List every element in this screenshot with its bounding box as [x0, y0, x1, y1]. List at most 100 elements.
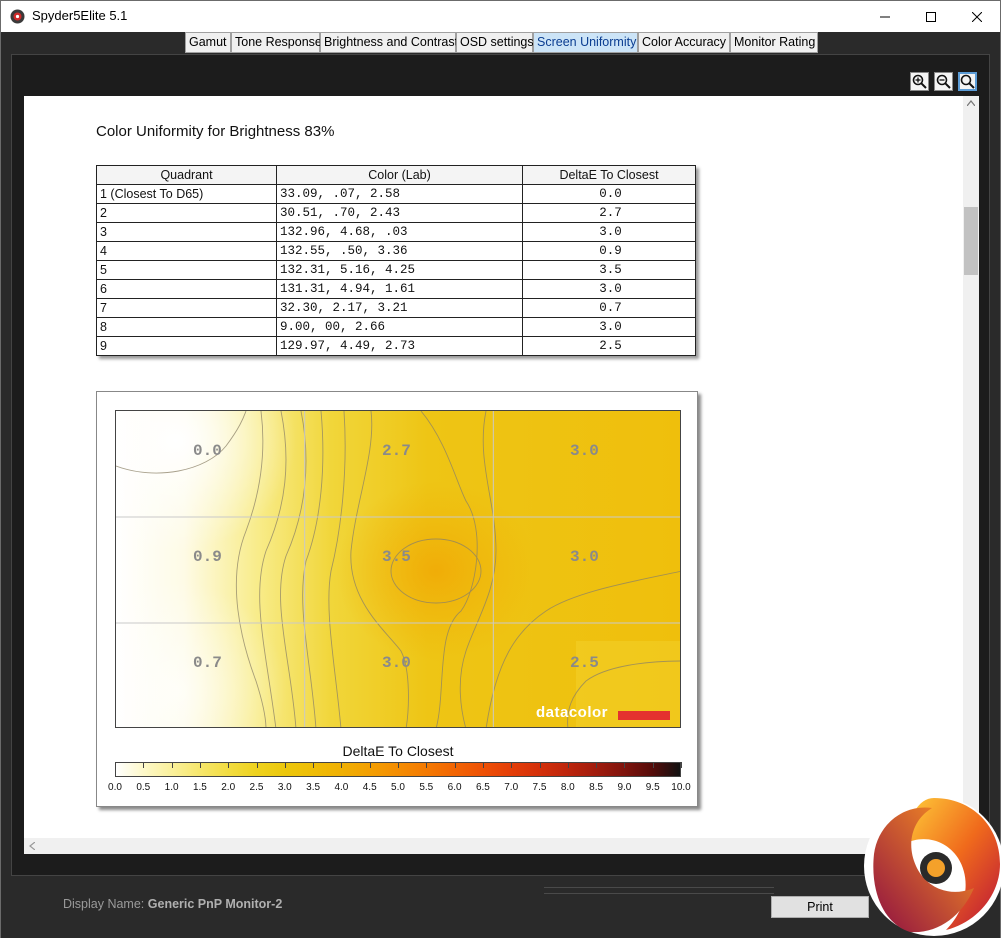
horizontal-scrollbar[interactable]	[24, 838, 963, 854]
uniformity-heatmap: 0.0 2.7 3.0 0.9 3.5 3.0 0.7 3.0 2.5 data…	[115, 410, 681, 728]
scroll-up-icon	[967, 100, 975, 106]
deltae-cell: 3.5	[522, 260, 696, 280]
deltae-cell: 2.7	[522, 203, 696, 223]
tab-screen-uniformity[interactable]: Screen Uniformity	[533, 32, 638, 53]
legend-title: DeltaE To Closest	[342, 743, 454, 759]
tab-color-accuracy[interactable]: Color Accuracy	[638, 32, 730, 53]
title-bar: Spyder5Elite 5.1	[1, 1, 1000, 32]
deltae-cell: 2.5	[522, 336, 696, 356]
scale-tick-label: 3.5	[306, 782, 321, 793]
report-title: Color Uniformity for Brightness 83%	[96, 123, 335, 140]
scale-tick-label: 4.5	[362, 782, 377, 793]
heatmap-cell-label: 0.9	[193, 548, 222, 566]
table-row: 5 132.31, 5.16, 4.25 3.5	[96, 260, 696, 280]
scroll-left-icon	[29, 842, 35, 850]
quadrant-cell: 3	[96, 222, 277, 242]
scale-tick-label: 2.5	[249, 782, 264, 793]
lab-cell: 9.00, 00, 2.66	[276, 317, 523, 337]
swirl-logo-watermark	[864, 796, 1001, 936]
heatmap-cell-label: 3.0	[570, 442, 599, 460]
lab-cell: 131.31, 4.94, 1.61	[276, 279, 523, 299]
display-name-label: Display Name:	[63, 897, 145, 911]
quadrant-cell: 7	[96, 298, 277, 318]
heatmap-cell-label: 3.0	[570, 548, 599, 566]
datacolor-logo-bar	[618, 711, 670, 720]
tab-brightness-and-contrast[interactable]: Brightness and Contrast	[320, 32, 458, 53]
datacolor-logo: datacolor	[536, 704, 609, 721]
column-header-deltae: DeltaE To Closest	[522, 165, 696, 185]
scale-tick-mark	[199, 762, 201, 768]
table-row: 4 132.55, .50, 3.36 0.9	[96, 241, 696, 261]
spyder-app-icon	[10, 9, 25, 24]
scale-tick-label: 7.0	[504, 782, 519, 793]
scale-tick-mark	[313, 762, 315, 768]
tab-gamut[interactable]: Gamut	[185, 32, 231, 53]
deltae-cell: 0.7	[522, 298, 696, 318]
scale-tick-label: 8.5	[589, 782, 604, 793]
zoom-out-button[interactable]	[934, 72, 953, 91]
scale-tick-mark	[341, 762, 343, 768]
tab-tone-response[interactable]: Tone Response	[231, 32, 322, 53]
footer-bar: Display Name: Generic PnP Monitor-2 Prin…	[1, 877, 1000, 938]
scale-tick-mark	[426, 762, 428, 768]
heatmap-cell-label: 2.7	[382, 442, 411, 460]
table-row: 1 (Closest To D65) 33.09, .07, 2.58 0.0	[96, 184, 696, 204]
scale-tick-mark	[454, 762, 456, 768]
tab-monitor-rating[interactable]: Monitor Rating	[730, 32, 818, 53]
quadrant-cell: 9	[96, 336, 277, 356]
footer-divider	[544, 887, 774, 888]
deltae-cell: 0.9	[522, 241, 696, 261]
app-window: Spyder5Elite 5.1 Gamut Tone Response Bri…	[0, 0, 1001, 938]
scale-tick-label: 5.0	[391, 782, 405, 793]
close-button[interactable]	[954, 1, 1000, 32]
scale-tick-label: 7.5	[532, 782, 547, 793]
lab-cell: 132.96, 4.68, .03	[276, 222, 523, 242]
close-icon	[972, 11, 982, 22]
lab-cell: 32.30, 2.17, 3.21	[276, 298, 523, 318]
scale-tick-mark	[652, 762, 654, 768]
scale-tick-mark	[369, 762, 371, 768]
scale-tick-mark	[256, 762, 258, 768]
footer-divider	[544, 893, 774, 894]
scale-tick-label: 9.5	[645, 782, 660, 793]
scale-tick-label: 9.0	[617, 782, 632, 793]
scale-tick-mark	[115, 762, 116, 768]
heatmap-cell-label: 0.0	[193, 442, 222, 460]
zoom-fit-button[interactable]	[958, 72, 977, 91]
lab-cell: 33.09, .07, 2.58	[276, 184, 523, 204]
maximize-button[interactable]	[908, 1, 954, 32]
scale-tick-mark	[596, 762, 598, 768]
deltae-cell: 0.0	[522, 184, 696, 204]
scale-tick-label: 10.0	[671, 782, 691, 793]
quadrant-cell: 2	[96, 203, 277, 223]
deltae-cell: 3.0	[522, 222, 696, 242]
vertical-scroll-thumb[interactable]	[964, 207, 978, 275]
vertical-scrollbar[interactable]	[963, 96, 979, 838]
table-row: 8 9.00, 00, 2.66 3.0	[96, 317, 696, 337]
scale-tick-label: 2.0	[221, 782, 236, 793]
tab-osd-settings[interactable]: OSD settings	[456, 32, 534, 53]
deltae-cell: 3.0	[522, 279, 696, 299]
scale-tick-mark	[171, 762, 173, 768]
quadrant-cell: 1 (Closest To D65)	[96, 184, 277, 204]
zoom-in-icon	[912, 74, 927, 89]
zoom-out-icon	[936, 74, 951, 89]
scale-tick-label: 0.0	[108, 782, 122, 793]
scale-tick-mark	[511, 762, 513, 768]
report-page: Color Uniformity for Brightness 83% Quad…	[24, 96, 963, 838]
magnifier-icon	[960, 74, 975, 89]
scale-tick-mark	[482, 762, 484, 768]
table-row: 6 131.31, 4.94, 1.61 3.0	[96, 279, 696, 299]
lab-cell: 129.97, 4.49, 2.73	[276, 336, 523, 356]
scale-tick-label: 6.0	[447, 782, 462, 793]
report-tab-bar: Gamut Tone Response Brightness and Contr…	[1, 32, 1000, 54]
deltae-cell: 3.0	[522, 317, 696, 337]
table-row: 2 30.51, .70, 2.43 2.7	[96, 203, 696, 223]
scale-tick-mark	[284, 762, 286, 768]
table-row: 9 129.97, 4.49, 2.73 2.5	[96, 336, 696, 356]
column-header-color-lab: Color (Lab)	[276, 165, 523, 185]
minimize-button[interactable]	[862, 1, 908, 32]
zoom-in-button[interactable]	[910, 72, 929, 91]
scale-tick-label: 6.5	[475, 782, 490, 793]
scale-tick-label: 0.5	[136, 782, 151, 793]
